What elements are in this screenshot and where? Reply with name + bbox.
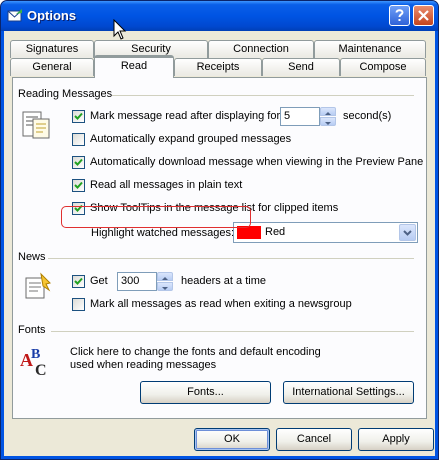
- auto-download-checkbox[interactable]: [72, 156, 85, 169]
- options-dialog: Options Signatures Security Connection M…: [0, 0, 439, 460]
- mark-read-checkbox[interactable]: [72, 110, 85, 123]
- tab-receipts[interactable]: Receipts: [174, 58, 262, 76]
- spin-down-button[interactable]: [157, 282, 173, 291]
- fonts-description-line1: Click here to change the fonts and defau…: [70, 346, 321, 358]
- get-label: Get: [90, 275, 108, 287]
- options-icon: [7, 9, 22, 22]
- arrow-down-icon: [162, 287, 168, 290]
- mark-read-seconds-spinner[interactable]: [320, 107, 336, 126]
- close-icon: [418, 10, 429, 21]
- mark-all-read-label: Mark all messages as read when exiting a…: [90, 298, 352, 310]
- tooltips-checkbox[interactable]: [72, 202, 85, 215]
- close-button[interactable]: [413, 5, 434, 26]
- reading-divider: [108, 95, 414, 96]
- tab-general[interactable]: General: [10, 58, 94, 76]
- arrow-up-icon: [325, 112, 331, 115]
- cancel-button[interactable]: Cancel: [276, 428, 352, 451]
- tooltips-label: Show ToolTips in the message list for cl…: [90, 202, 339, 214]
- apply-button[interactable]: Apply: [358, 428, 434, 451]
- tab-compose[interactable]: Compose: [340, 58, 426, 76]
- headers-count-spinner[interactable]: [157, 272, 173, 291]
- tab-send[interactable]: Send: [262, 58, 340, 76]
- expand-grouped-label: Automatically expand grouped messages: [90, 133, 292, 145]
- check-icon: [74, 158, 83, 166]
- fonts-heading: Fonts: [18, 324, 46, 336]
- highlight-color-value: Red: [265, 226, 286, 238]
- svg-text:B: B: [31, 347, 40, 362]
- international-settings-button[interactable]: International Settings...: [283, 381, 414, 404]
- tab-connection[interactable]: Connection: [208, 40, 314, 58]
- help-button[interactable]: [389, 5, 410, 26]
- highlight-color-select[interactable]: Red: [233, 222, 418, 243]
- newsgroup-icon: [25, 272, 51, 299]
- check-icon: [74, 277, 83, 285]
- news-heading: News: [18, 251, 46, 263]
- chevron-down-icon[interactable]: [399, 224, 416, 241]
- spin-up-button[interactable]: [157, 272, 173, 281]
- seconds-label: second(s): [343, 110, 392, 122]
- spin-up-button[interactable]: [320, 107, 336, 116]
- plain-text-checkbox[interactable]: [72, 179, 85, 192]
- question-icon: [395, 9, 404, 21]
- ok-button[interactable]: OK: [194, 428, 270, 451]
- mouse-cursor-icon: [113, 19, 127, 40]
- check-icon: [74, 112, 83, 120]
- fonts-abc-icon: A B C: [20, 347, 47, 378]
- mark-all-read-checkbox[interactable]: [72, 298, 85, 311]
- check-icon: [74, 181, 83, 189]
- fonts-divider: [51, 331, 414, 332]
- color-swatch: [237, 226, 261, 239]
- headers-at-a-time-label: headers at a time: [181, 275, 266, 287]
- news-divider: [48, 258, 414, 259]
- mark-read-seconds-input[interactable]: 5: [280, 107, 320, 126]
- expand-grouped-checkbox[interactable]: [72, 133, 85, 146]
- window-title: Options: [27, 8, 77, 23]
- arrow-down-icon: [325, 122, 331, 125]
- svg-text:C: C: [35, 362, 47, 378]
- fonts-button[interactable]: Fonts...: [140, 381, 271, 404]
- read-tab-panel: Reading Messages Mark message read after…: [12, 77, 427, 419]
- title-bar[interactable]: Options: [1, 1, 438, 31]
- mark-read-label: Mark message read after displaying for: [90, 110, 281, 122]
- fonts-description-line2: used when reading messages: [70, 359, 217, 371]
- tab-maintenance[interactable]: Maintenance: [314, 40, 426, 58]
- plain-text-label: Read all messages in plain text: [90, 179, 243, 191]
- auto-download-label: Automatically download message when view…: [90, 156, 424, 168]
- get-headers-checkbox[interactable]: [72, 275, 85, 288]
- tab-signatures[interactable]: Signatures: [10, 40, 94, 58]
- reading-pane-icon: [22, 111, 50, 139]
- headers-count-input[interactable]: 300: [117, 272, 157, 291]
- highlight-watched-label: Highlight watched messages:: [91, 227, 235, 239]
- dialog-client-area: Signatures Security Connection Maintenan…: [4, 31, 435, 456]
- reading-messages-heading: Reading Messages: [18, 88, 113, 100]
- spin-down-button[interactable]: [320, 117, 336, 126]
- arrow-up-icon: [162, 277, 168, 280]
- check-icon: [74, 204, 83, 212]
- tab-read[interactable]: Read: [94, 55, 174, 79]
